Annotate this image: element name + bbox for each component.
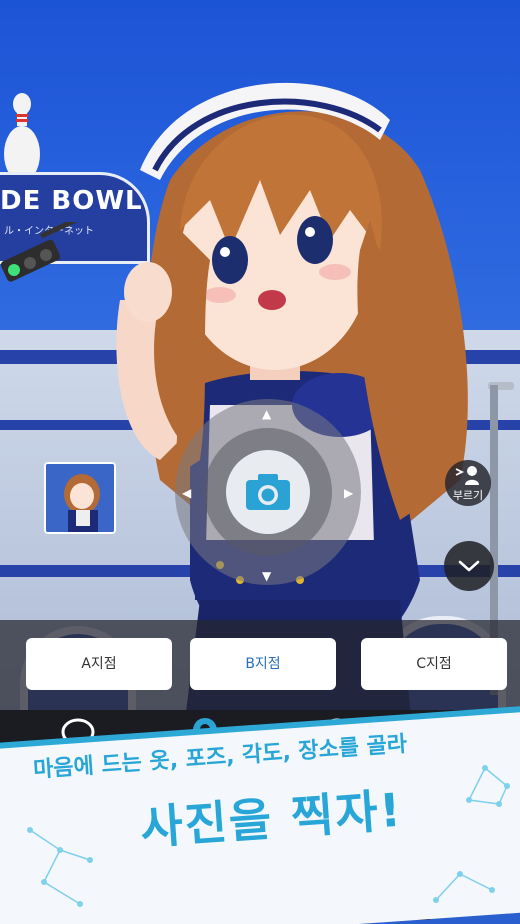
arrow-right-icon[interactable]: ▶ (344, 487, 353, 499)
constellation-decoration (433, 871, 495, 903)
game-scene: DE BOWL ル・インターネット (0, 0, 520, 924)
expand-button[interactable] (444, 541, 494, 591)
arrow-up-icon[interactable]: ▲ (262, 408, 271, 420)
chevron-down-icon (458, 560, 480, 572)
position-c-button[interactable]: C지점 (361, 638, 507, 690)
bowling-pin-icon (4, 93, 40, 182)
traffic-light-icon (0, 222, 84, 282)
constellation-decoration (466, 765, 510, 807)
call-character-button[interactable]: 부르기 (445, 460, 491, 506)
constellation-decoration (27, 827, 93, 907)
position-b-button[interactable]: B지점 (190, 638, 336, 690)
shutter-button[interactable] (226, 450, 310, 534)
arrow-left-icon[interactable]: ◀ (182, 487, 191, 499)
position-a-button[interactable]: A지점 (26, 638, 172, 690)
call-person-icon (455, 466, 479, 485)
character-thumbnail-image (46, 464, 114, 532)
character-thumbnail[interactable] (44, 462, 116, 534)
arrow-down-icon[interactable]: ▼ (262, 570, 271, 582)
call-button-label: 부르기 (452, 489, 484, 502)
camera-icon (246, 474, 290, 510)
